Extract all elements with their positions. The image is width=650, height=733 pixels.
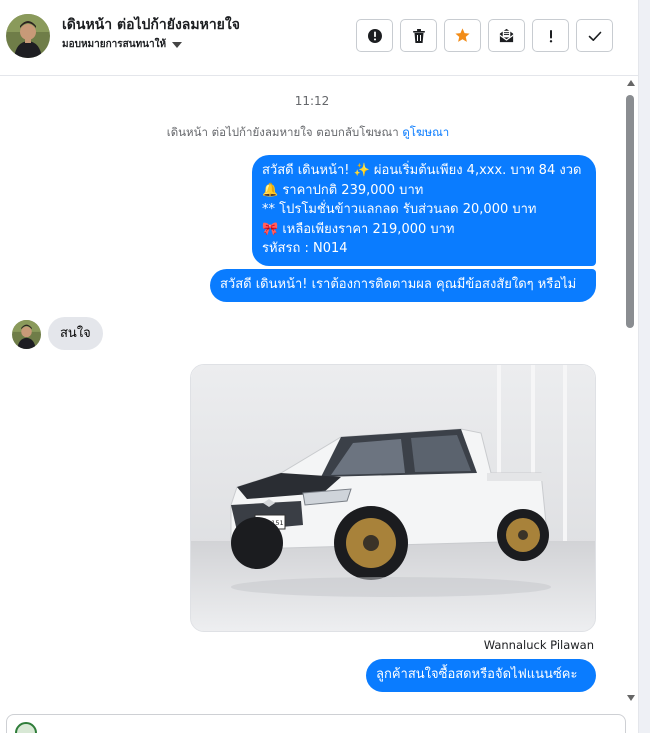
inbox-conversation-view: เดินหน้า ต่อไปก้ายังลมหายใจ มอบหมายการสน… — [0, 0, 650, 733]
sender-name: Wannaluck Pilawan — [483, 638, 594, 652]
message-line: สวัสดี เดินหน้า! ✨ ผ่อนเริ่มต้นเพียง 4,x… — [262, 163, 582, 178]
exclamation-icon — [549, 29, 552, 42]
message-line: ** โปรโมชั่นข้าวแลกลด รับส่วนลด 20,000 บ… — [262, 202, 537, 217]
view-ad-link[interactable]: ดูโฆษณา — [402, 125, 449, 139]
assign-conversation-dropdown[interactable]: มอบหมายการสนทนาให้ — [62, 37, 183, 52]
message-line: รหัสรถ : N014 — [262, 241, 348, 256]
thread-scrollbar[interactable] — [624, 77, 638, 707]
outgoing-message-last[interactable]: ลูกค้าสนใจซื้อสดหรือจัดไฟแนนซ์คะ — [366, 659, 596, 692]
mark-unread-button[interactable] — [488, 19, 525, 52]
check-icon — [588, 31, 601, 41]
caret-down-icon — [172, 42, 183, 48]
contact-name: เดินหน้า ต่อไปก้ายังลมหายใจ — [62, 17, 240, 33]
star-icon — [455, 28, 470, 42]
important-button[interactable] — [532, 19, 569, 52]
star-button[interactable] — [444, 19, 481, 52]
reply-composer[interactable] — [6, 714, 626, 733]
scroll-up-arrow-icon[interactable] — [627, 80, 635, 86]
delete-button[interactable] — [400, 19, 437, 52]
customer-avatar[interactable] — [12, 320, 41, 349]
envelope-icon — [499, 28, 514, 43]
ad-reply-notice: เดินหน้า ต่อไปก้ายังลมหายใจ ตอบกลับโฆษณา… — [0, 124, 616, 142]
contact-avatar[interactable] — [6, 14, 50, 58]
message-line: 🔔 ราคาปกติ 239,000 บาท — [262, 182, 424, 198]
right-panel-edge — [638, 0, 650, 733]
scrollbar-thumb[interactable] — [626, 95, 634, 328]
done-button[interactable] — [576, 19, 613, 52]
report-button[interactable] — [356, 19, 393, 52]
message-timestamp: 11:12 — [294, 94, 330, 108]
conversation-header: เดินหน้า ต่อไปก้ายังลมหายใจ มอบหมายการสน… — [0, 0, 638, 76]
message-line: 🎀 เหลือเพียงราคา 219,000 บาท — [262, 221, 455, 237]
outgoing-message-promo[interactable]: สวัสดี เดินหน้า! ✨ ผ่อนเริ่มต้นเพียง 4,x… — [252, 155, 596, 266]
page-avatar — [15, 722, 37, 733]
ad-reply-text: เดินหน้า ต่อไปก้ายังลมหายใจ ตอบกลับโฆษณา — [166, 125, 399, 139]
alert-circle-icon — [367, 28, 382, 43]
trash-icon — [412, 28, 425, 43]
assign-label: มอบหมายการสนทนาให้ — [62, 39, 167, 50]
conversation-actions — [356, 19, 613, 52]
outgoing-message-followup[interactable]: สวัสดี เดินหน้า! เราต้องการติดตามผล คุณม… — [210, 269, 596, 302]
message-thread[interactable]: 11:12 เดินหน้า ต่อไปก้ายังลมหายใจ ตอบกลั… — [0, 77, 624, 707]
car-photo-attachment[interactable]: ษพ 8151 — [190, 364, 596, 632]
scroll-down-arrow-icon[interactable] — [627, 695, 635, 701]
incoming-message[interactable]: สนใจ — [48, 317, 103, 350]
